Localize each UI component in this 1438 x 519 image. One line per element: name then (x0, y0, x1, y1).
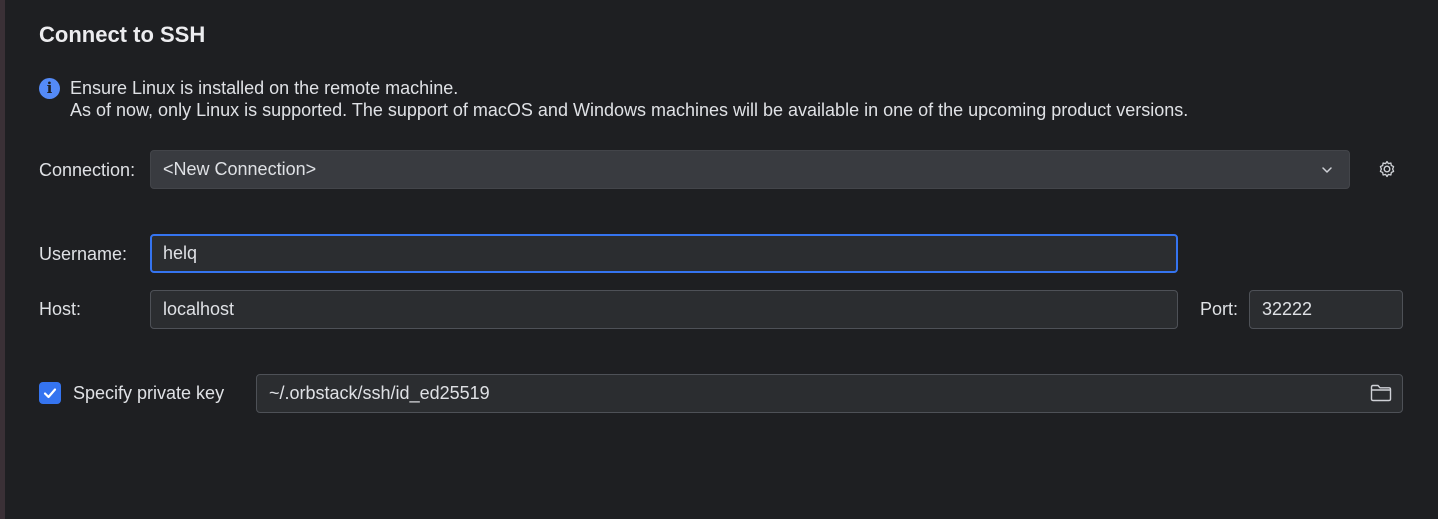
gear-icon[interactable] (1377, 159, 1397, 179)
username-input[interactable]: helq (150, 234, 1178, 273)
port-input[interactable]: 32222 (1249, 290, 1403, 329)
folder-icon[interactable] (1370, 384, 1392, 402)
chevron-down-icon (1322, 167, 1332, 173)
private-key-path-value: ~/.orbstack/ssh/id_ed25519 (269, 383, 490, 403)
private-key-path-input[interactable]: ~/.orbstack/ssh/id_ed25519 (256, 374, 1403, 413)
host-input[interactable]: localhost (150, 290, 1178, 329)
connect-ssh-dialog: Connect to SSH i Ensure Linux is install… (0, 0, 1438, 519)
port-label: Port: (1200, 299, 1239, 319)
private-key-checkbox[interactable] (39, 382, 61, 404)
connection-select-value: <New Connection> (163, 159, 317, 179)
window-edge (0, 0, 5, 519)
checkmark-icon (43, 388, 57, 399)
username-label: Username: (39, 244, 128, 264)
connection-select[interactable]: <New Connection> (150, 150, 1350, 189)
info-text-line-2: As of now, only Linux is supported. The … (70, 100, 1189, 120)
connection-label: Connection: (39, 160, 136, 180)
host-label: Host: (39, 299, 82, 319)
private-key-checkbox-label[interactable]: Specify private key (73, 382, 224, 404)
dialog-title: Connect to SSH (39, 22, 206, 47)
info-icon: i (39, 78, 60, 99)
info-text-line-1: Ensure Linux is installed on the remote … (70, 78, 459, 98)
